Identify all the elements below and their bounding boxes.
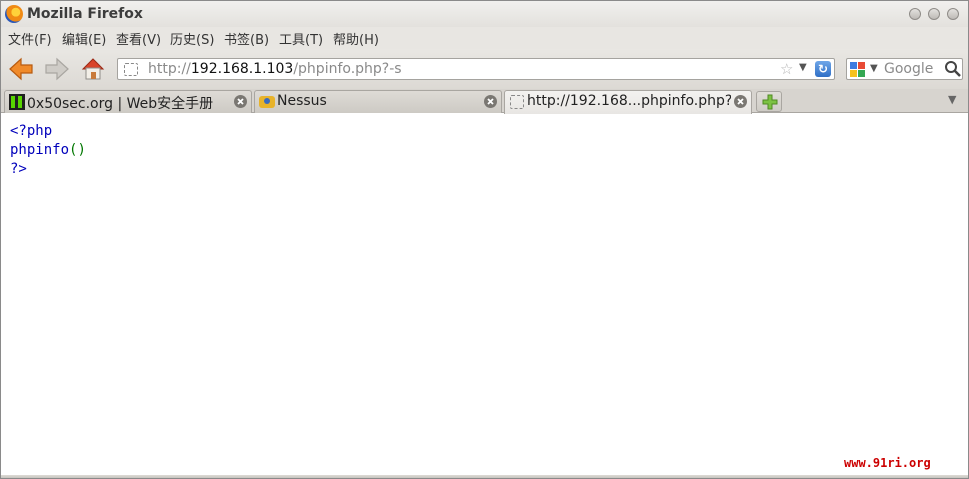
nessus-favicon-icon	[259, 96, 275, 108]
menu-edit[interactable]: 编辑(E)	[62, 29, 106, 48]
firefox-logo-icon	[5, 5, 23, 23]
forward-arrow-icon[interactable]	[44, 57, 70, 81]
tab-nessus[interactable]: Nessus	[254, 90, 502, 113]
0x50sec-favicon-icon	[9, 94, 25, 110]
new-tab-button[interactable]	[756, 91, 782, 112]
minimize-button[interactable]	[909, 8, 921, 20]
back-arrow-icon[interactable]	[8, 57, 34, 81]
browser-window: Mozilla Firefox 文件(F) 编辑(E) 查看(V) 历史(S) …	[0, 0, 969, 479]
watermark-text: www.91ri.org	[844, 456, 931, 470]
window-title: Mozilla Firefox	[27, 6, 143, 22]
title-bar: Mozilla Firefox	[1, 1, 968, 27]
tab-label: 0x50sec.org | Web安全手册	[27, 96, 214, 112]
menu-tools[interactable]: 工具(T)	[279, 29, 323, 48]
menu-file[interactable]: 文件(F)	[8, 29, 52, 48]
tab-0x50sec[interactable]: 0x50sec.org | Web安全手册	[4, 90, 252, 113]
tab-bar: 0x50sec.org | Web安全手册 Nessus http://192.…	[1, 89, 968, 114]
maximize-button[interactable]	[928, 8, 940, 20]
bookmark-star-icon[interactable]: ☆	[780, 60, 793, 78]
plus-icon	[762, 94, 778, 110]
url-bar[interactable]: http://192.168.1.103/phpinfo.php?-s ☆ ▼ …	[117, 58, 835, 80]
close-window-button[interactable]	[947, 8, 959, 20]
site-identity-icon[interactable]	[124, 63, 138, 76]
search-input[interactable]: Google	[884, 61, 933, 77]
menu-bar: 文件(F) 编辑(E) 查看(V) 历史(S) 书签(B) 工具(T) 帮助(H…	[1, 27, 968, 49]
search-icon[interactable]	[944, 60, 962, 78]
code-function: phpinfo	[10, 142, 70, 158]
code-line-3: ?>	[10, 161, 27, 177]
blank-page-favicon-icon	[510, 95, 524, 109]
home-icon[interactable]	[80, 56, 106, 82]
tab-phpinfo[interactable]: http://192.168...phpinfo.php?-s	[504, 90, 752, 114]
google-engine-icon[interactable]	[850, 62, 866, 77]
url-text[interactable]: http://192.168.1.103/phpinfo.php?-s	[148, 61, 402, 77]
url-dropdown-icon[interactable]: ▼	[799, 62, 807, 73]
page-content: <?php phpinfo() ?> www.91ri.org	[1, 114, 968, 475]
code-parens: ()	[69, 142, 86, 158]
tab-close-icon[interactable]	[734, 95, 747, 108]
search-engine-dropdown-icon[interactable]: ▼	[870, 63, 878, 74]
reload-icon[interactable]: ↻	[815, 61, 831, 77]
menu-history[interactable]: 历史(S)	[170, 29, 214, 48]
tab-close-icon[interactable]	[484, 95, 497, 108]
tab-close-icon[interactable]	[234, 95, 247, 108]
menu-view[interactable]: 查看(V)	[116, 29, 161, 48]
menu-help[interactable]: 帮助(H)	[333, 29, 379, 48]
search-bar[interactable]: ▼ Google	[846, 58, 963, 80]
tab-label: Nessus	[277, 93, 327, 109]
tab-label: http://192.168...phpinfo.php?-s	[527, 93, 731, 109]
php-source-code: <?php phpinfo() ?>	[10, 122, 86, 179]
code-line-1: <?php	[10, 123, 53, 139]
menu-bookmarks[interactable]: 书签(B)	[224, 29, 269, 48]
navigation-toolbar: http://192.168.1.103/phpinfo.php?-s ☆ ▼ …	[1, 49, 968, 89]
list-all-tabs-icon[interactable]: ▼	[948, 93, 956, 106]
status-bar	[1, 475, 968, 478]
